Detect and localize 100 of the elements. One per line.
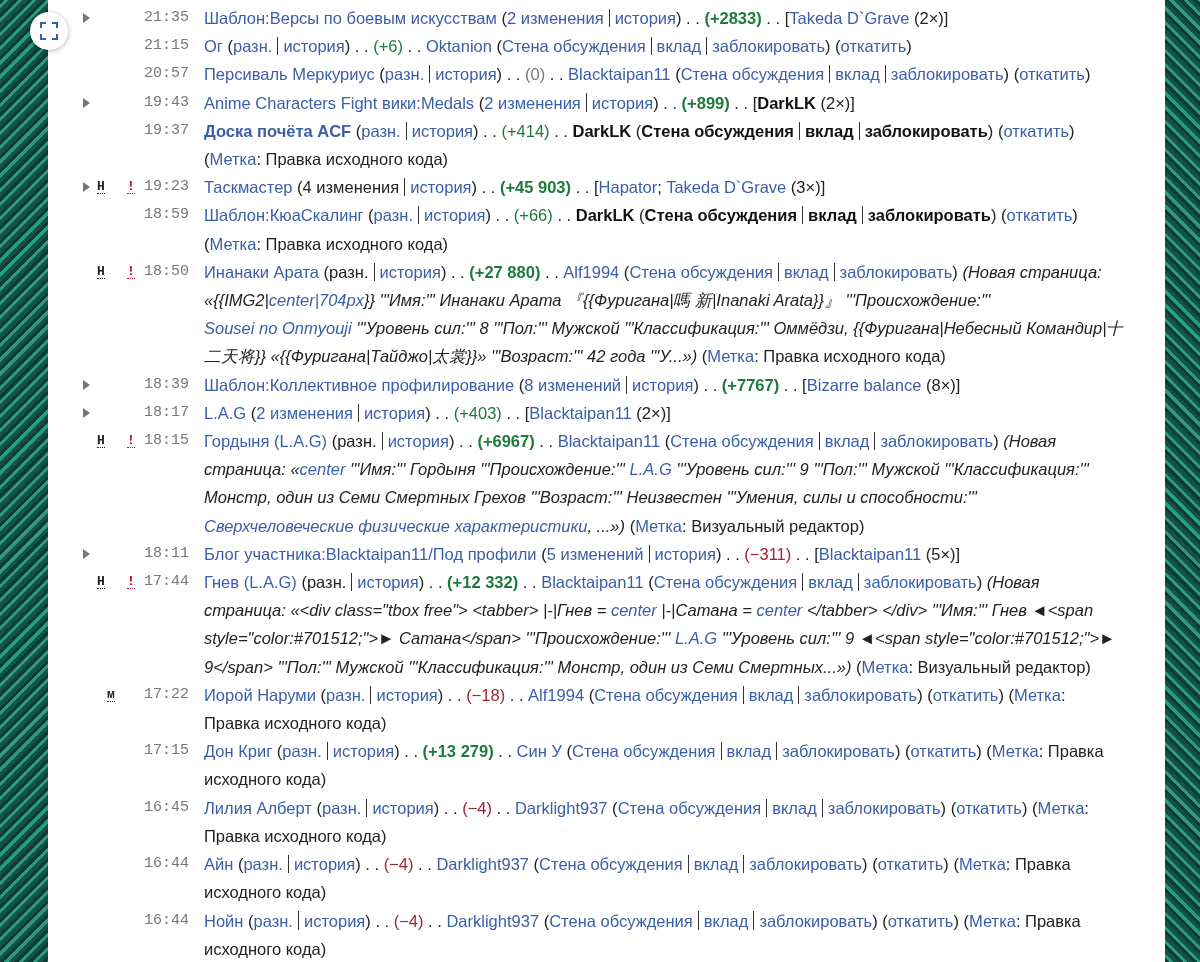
link[interactable]: заблокировать — [712, 37, 825, 56]
link[interactable]: история — [293, 855, 356, 874]
triangle-icon[interactable] — [82, 13, 91, 23]
link[interactable]: Дон Криг — [204, 742, 273, 761]
link[interactable]: Alf1994 — [563, 262, 620, 281]
link[interactable]: Blacktaipan11 — [541, 573, 644, 592]
link[interactable]: вклад — [783, 262, 829, 281]
link[interactable]: Шаблон:Коллективное профилирование — [204, 375, 515, 394]
link[interactable]: 2 изменения — [507, 9, 604, 27]
summary-link[interactable]: center — [299, 460, 346, 479]
link[interactable]: заблокировать — [880, 432, 994, 451]
link[interactable]: Персиваль Меркуриус — [204, 65, 375, 84]
user-link[interactable]: DarkLK — [757, 93, 816, 112]
link[interactable]: история — [424, 206, 486, 225]
link[interactable]: откатить — [1003, 121, 1070, 140]
link[interactable]: история — [411, 121, 474, 140]
link[interactable]: заблокировать — [749, 855, 863, 874]
link[interactable]: Син У — [516, 742, 562, 761]
link[interactable]: откатить — [840, 37, 907, 56]
link[interactable]: 5 изменений — [546, 544, 644, 563]
user-link[interactable]: DarkLK — [572, 121, 632, 140]
link[interactable]: Метка — [991, 742, 1039, 761]
link[interactable]: Метка — [209, 150, 257, 168]
summary-link[interactable]: L.A.G — [674, 629, 718, 648]
link[interactable]: вклад — [703, 911, 749, 930]
link[interactable]: Гордыня (L.A.G) — [204, 432, 328, 451]
user-link[interactable]: Стена обсуждения — [644, 206, 798, 225]
user-link[interactable]: заблокировать — [864, 121, 988, 140]
triangle-icon[interactable] — [82, 548, 91, 559]
link[interactable]: Айн — [204, 855, 234, 874]
link[interactable]: откатить — [910, 742, 977, 761]
link[interactable]: Стена обсуждения — [572, 742, 716, 761]
link[interactable]: история — [303, 911, 366, 930]
link[interactable]: Стена обсуждения — [539, 855, 683, 874]
link[interactable]: Anime Characters Fight вики:Medals — [204, 93, 475, 112]
link[interactable]: разн. — [243, 855, 283, 874]
link[interactable]: вклад — [835, 65, 880, 84]
link[interactable]: Ог — [204, 37, 223, 56]
link[interactable]: вклад — [726, 742, 772, 761]
summary-link[interactable]: Sousei no Onmyouji — [204, 319, 352, 338]
link[interactable]: 8 изменений — [524, 375, 622, 394]
link[interactable]: Hapator — [598, 178, 658, 197]
link[interactable]: откатить — [1019, 65, 1085, 84]
link[interactable]: L.A.G — [204, 403, 247, 422]
summary-link[interactable]: center — [610, 601, 657, 620]
link[interactable]: Blacktaipan11 — [568, 65, 671, 84]
link[interactable]: Oktanion — [425, 37, 492, 56]
link[interactable]: разн. — [361, 121, 401, 140]
link[interactable]: Метка — [635, 516, 682, 535]
link[interactable]: вклад — [824, 432, 870, 451]
user-link[interactable]: вклад — [804, 121, 854, 140]
link[interactable]: история — [435, 65, 497, 84]
link[interactable]: история — [614, 9, 676, 27]
link[interactable]: заблокировать — [839, 262, 953, 281]
link[interactable]: разн. — [384, 65, 425, 84]
link[interactable]: заблокировать — [782, 742, 895, 761]
link[interactable]: Метка — [209, 234, 257, 253]
link[interactable]: откатить — [956, 798, 1022, 817]
user-link[interactable]: Стена обсуждения — [641, 121, 794, 140]
link[interactable]: история — [332, 742, 395, 761]
link[interactable]: Blacktaipan11 — [529, 403, 632, 422]
link[interactable]: разн. — [253, 911, 293, 930]
link[interactable]: Метка — [1037, 798, 1085, 817]
link[interactable]: история — [283, 37, 345, 56]
link[interactable]: Стена обсуждения — [653, 573, 798, 592]
link[interactable]: Darklight937 — [514, 798, 608, 817]
link[interactable]: история — [591, 93, 654, 112]
link[interactable]: история — [654, 544, 716, 563]
link[interactable]: Лилия Алберт — [204, 798, 312, 817]
user-link[interactable]: вклад — [808, 206, 857, 225]
summary-link[interactable]: Сверхчеловеческие физические характеристики — [204, 516, 588, 535]
link[interactable]: Darklight937 — [446, 911, 540, 930]
link[interactable]: откатить — [877, 855, 944, 874]
link[interactable]: заблокировать — [827, 798, 941, 817]
triangle-icon[interactable] — [82, 182, 91, 193]
summary-link[interactable]: L.A.G — [629, 460, 672, 479]
link[interactable]: Шаблон:КюаСкалинг — [204, 206, 364, 225]
link[interactable]: вклад — [748, 685, 794, 704]
link[interactable]: история — [410, 178, 472, 197]
link[interactable]: история — [387, 432, 449, 451]
link[interactable]: история — [363, 403, 426, 422]
link[interactable]: 2 изменения — [484, 93, 581, 112]
link[interactable]: заблокировать — [863, 573, 977, 592]
link[interactable]: история — [632, 375, 694, 394]
link[interactable]: Стена обсуждения — [617, 798, 762, 817]
triangle-icon[interactable] — [82, 97, 91, 108]
link[interactable]: Стена обсуждения — [629, 262, 773, 281]
link[interactable]: история — [379, 262, 441, 281]
link[interactable]: разн. — [321, 798, 362, 817]
link[interactable]: Иорой Наруми — [204, 685, 316, 704]
link[interactable]: Darklight937 — [436, 855, 529, 874]
link[interactable]: разн. — [282, 742, 322, 761]
link[interactable]: откатить — [932, 685, 999, 704]
link[interactable]: откатить — [1006, 206, 1073, 225]
link[interactable]: Blacktaipan11 — [557, 432, 661, 451]
link[interactable]: Стена обсуждения — [680, 65, 825, 84]
link[interactable]: Стена обсуждения — [549, 911, 693, 930]
link[interactable]: вклад — [772, 798, 817, 817]
link[interactable]: заблокировать — [759, 911, 873, 930]
link[interactable]: история — [357, 573, 419, 592]
